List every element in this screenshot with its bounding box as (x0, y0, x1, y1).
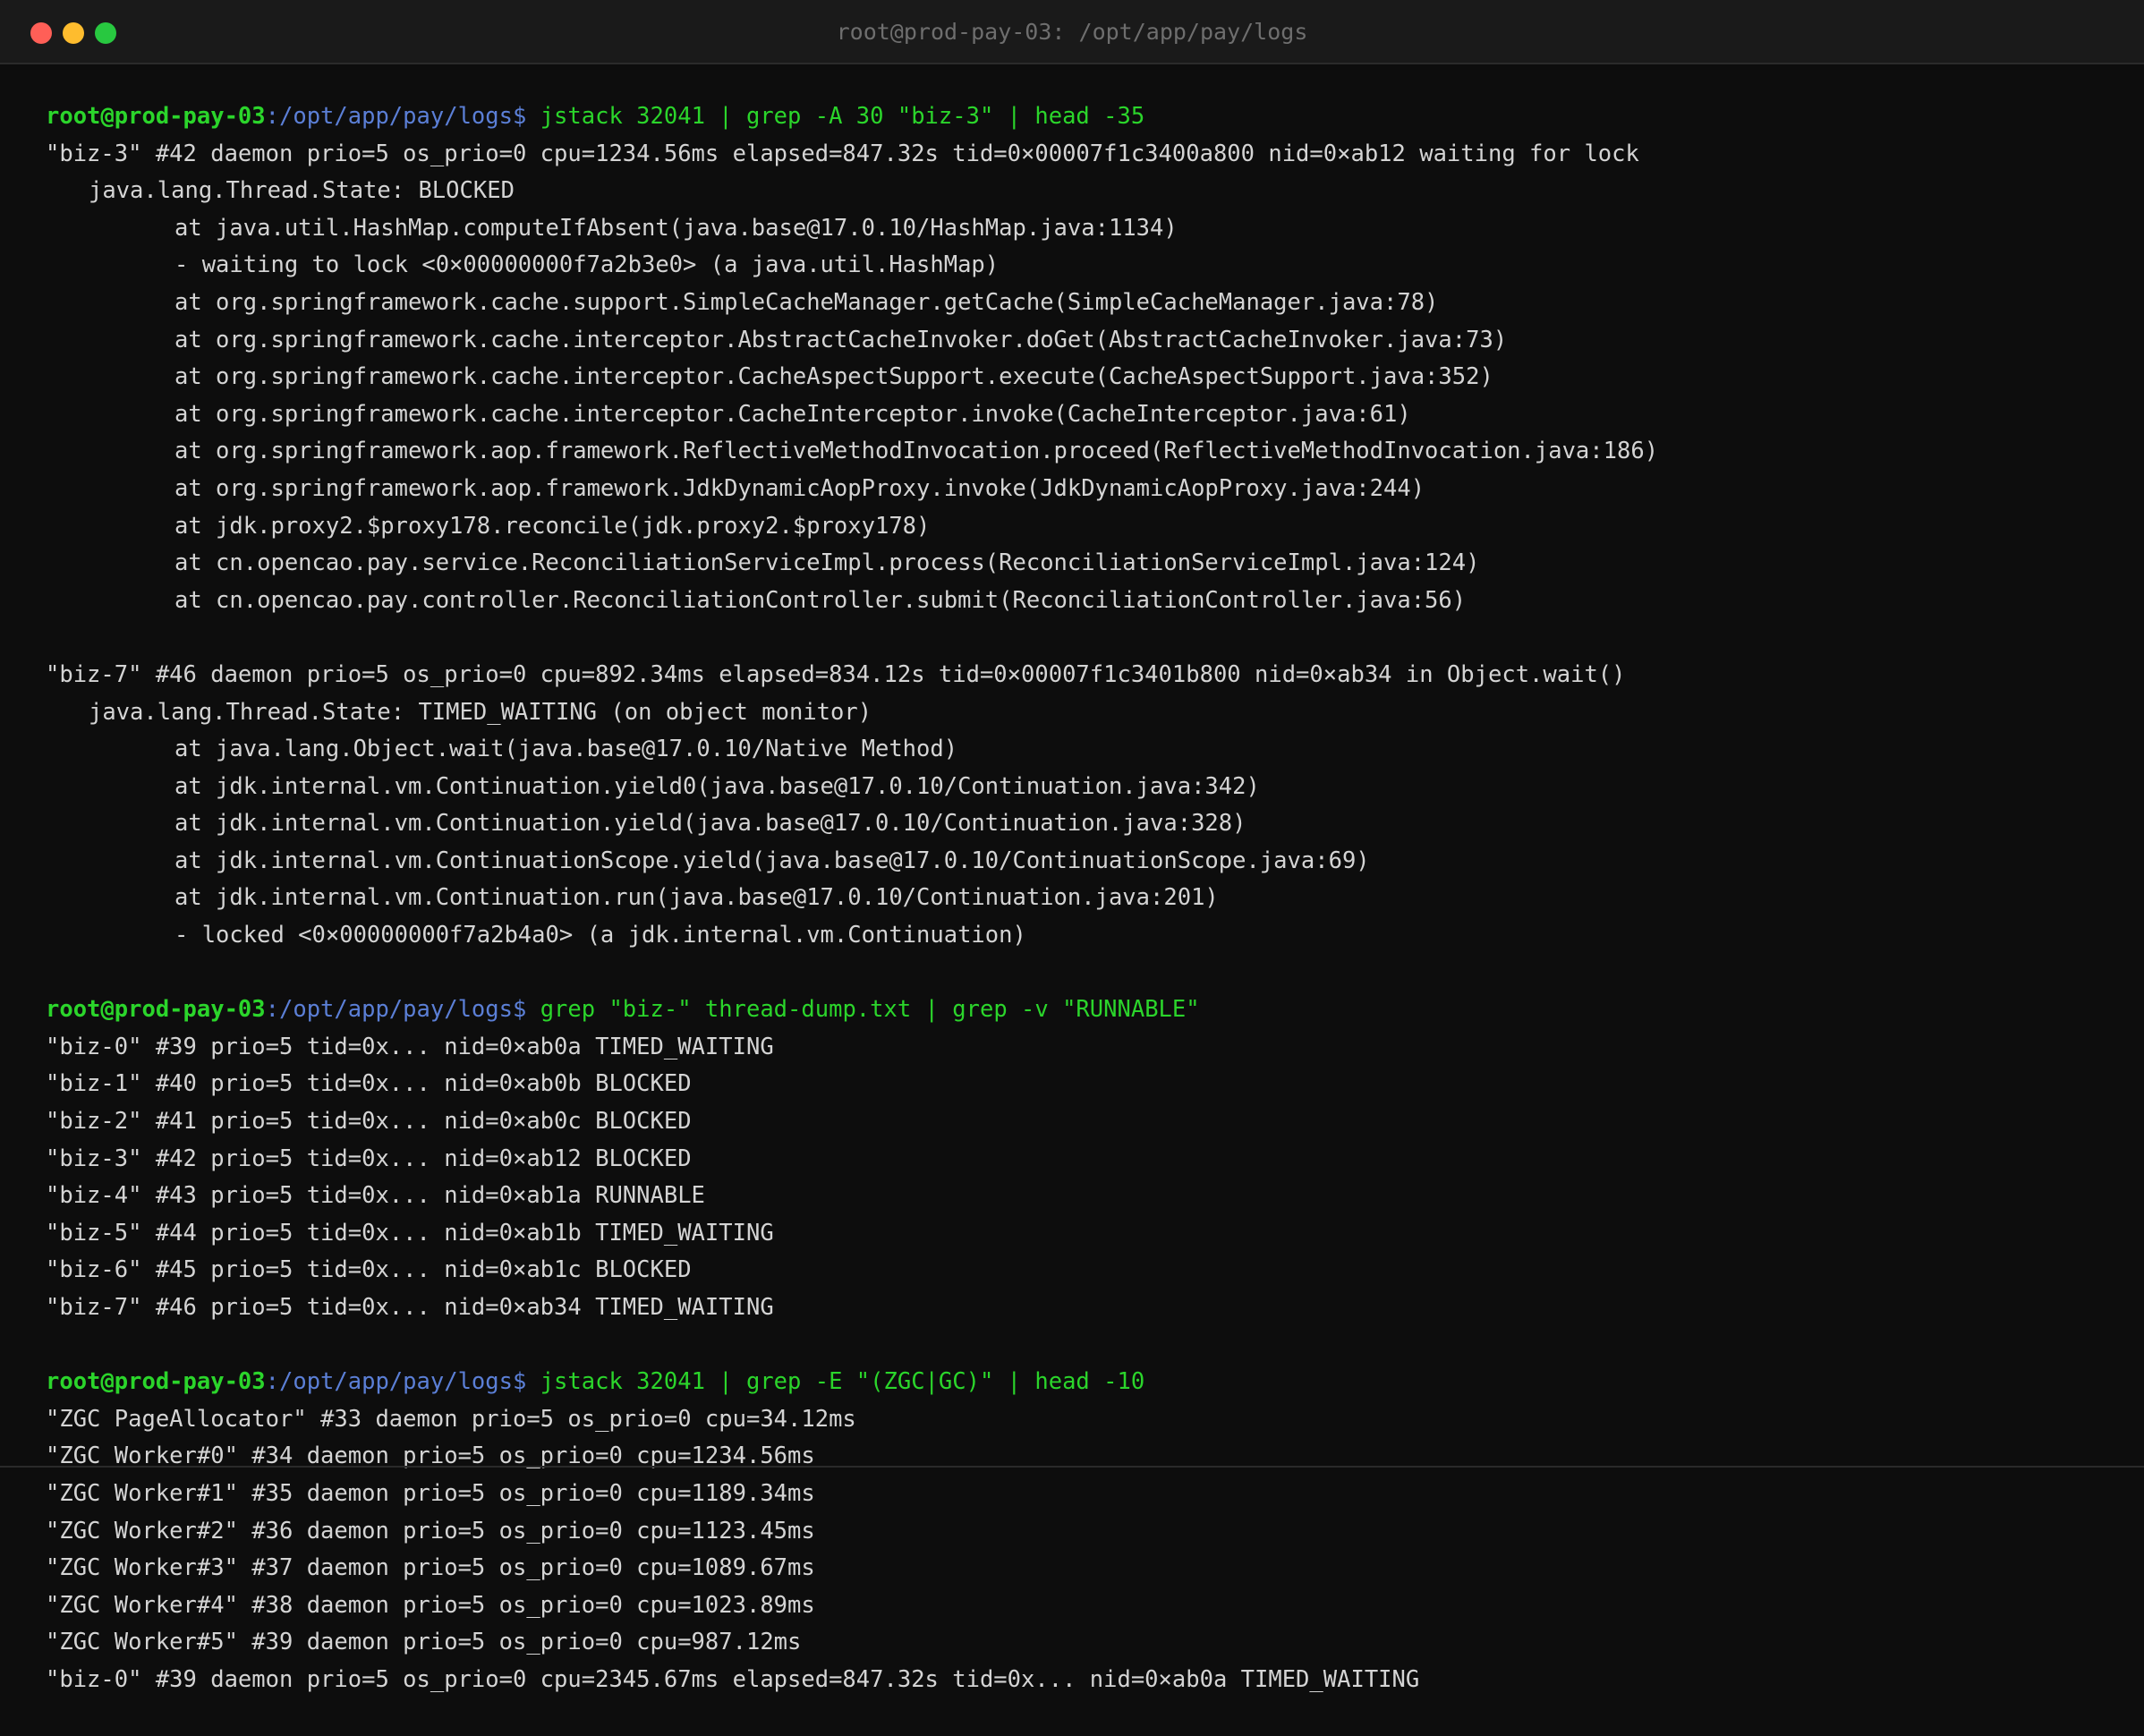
output-line: at jdk.internal.vm.Continuation.yield(ja… (174, 810, 1246, 838)
output-line: "biz-6" #45 prio=5 tid=0x... nid=0×ab1c … (46, 1256, 692, 1284)
output-line: at cn.opencao.pay.controller.Reconciliat… (174, 586, 1467, 614)
output-line: at jdk.internal.vm.ContinuationScope.yie… (174, 847, 1370, 874)
command-text: jstack 32041 | grep -A 30 "biz-3" | head… (526, 103, 1145, 130)
prompt-line: root@prod-pay-03:/opt/app/pay/logs$ jsta… (46, 98, 2122, 136)
output-line: "ZGC Worker#0" #34 daemon prio=5 os_prio… (46, 1442, 815, 1470)
prompt-path: :/opt/app/pay/logs (265, 996, 513, 1024)
output-line: "biz-7" #46 prio=5 tid=0x... nid=0×ab34 … (46, 1294, 774, 1321)
output-line: "ZGC Worker#3" #37 daemon prio=5 os_prio… (46, 1554, 815, 1582)
output-line: "biz-1" #40 prio=5 tid=0x... nid=0×ab0b … (46, 1070, 692, 1098)
pane-divider (0, 1466, 2144, 1468)
output-line: at jdk.internal.vm.Continuation.yield0(j… (174, 772, 1260, 800)
output-line: at org.springframework.cache.interceptor… (174, 326, 1508, 353)
prompt-user-host: root@prod-pay-03 (46, 1368, 266, 1396)
command-text: grep "biz-" thread-dump.txt | grep -v "R… (526, 996, 1200, 1024)
output-line: "ZGC Worker#2" #36 daemon prio=5 os_prio… (46, 1517, 815, 1545)
output-line: "biz-3" #42 prio=5 tid=0x... nid=0×ab12 … (46, 1145, 692, 1172)
output-line: - waiting to lock <0×00000000f7a2b3e0> (… (174, 251, 1000, 279)
prompt-path: :/opt/app/pay/logs (265, 103, 513, 130)
terminal-output[interactable]: root@prod-pay-03:/opt/app/pay/logs$ jsta… (46, 98, 2122, 1699)
prompt-user-host: root@prod-pay-03 (46, 996, 266, 1024)
output-line: at cn.opencao.pay.service.Reconciliation… (174, 549, 1480, 577)
prompt-symbol: $ (512, 1368, 527, 1396)
prompt-symbol: $ (512, 996, 527, 1024)
window-title: root@prod-pay-03: /opt/app/pay/logs (836, 19, 1308, 45)
output-line: "biz-0" #39 prio=5 tid=0x... nid=0×ab0a … (46, 1033, 774, 1060)
output-line: "ZGC Worker#4" #38 daemon prio=5 os_prio… (46, 1591, 815, 1619)
output-line: "biz-4" #43 prio=5 tid=0x... nid=0×ab1a … (46, 1182, 705, 1210)
prompt-path: :/opt/app/pay/logs (265, 1368, 513, 1396)
output-line: "ZGC Worker#1" #35 daemon prio=5 os_prio… (46, 1479, 815, 1507)
prompt-line: root@prod-pay-03:/opt/app/pay/logs$ grep… (46, 991, 2122, 1029)
output-line: at java.util.HashMap.computeIfAbsent(jav… (174, 214, 1178, 242)
output-line: "biz-7" #46 daemon prio=5 os_prio=0 cpu=… (46, 660, 1626, 688)
output-line: at org.springframework.cache.interceptor… (174, 363, 1493, 391)
output-line: "biz-2" #41 prio=5 tid=0x... nid=0×ab0c … (46, 1108, 692, 1136)
terminal-window: root@prod-pay-03: /opt/app/pay/logs root… (0, 0, 2144, 1736)
output-line: at org.springframework.cache.interceptor… (174, 400, 1411, 428)
output-line: "biz-5" #44 prio=5 tid=0x... nid=0×ab1b … (46, 1219, 774, 1247)
output-line: java.lang.Thread.State: TIMED_WAITING (o… (89, 698, 872, 726)
output-line: at jdk.internal.vm.Continuation.run(java… (174, 884, 1219, 912)
command-text: jstack 32041 | grep -E "(ZGC|GC)" | head… (526, 1368, 1145, 1396)
output-line: "ZGC Worker#5" #39 daemon prio=5 os_prio… (46, 1629, 802, 1656)
output-line: at org.springframework.aop.framework.Jdk… (174, 474, 1425, 502)
output-line: at org.springframework.aop.framework.Ref… (174, 438, 1659, 465)
output-line: at jdk.proxy2.$proxy178.reconcile(jdk.pr… (174, 512, 931, 540)
output-line: "biz-0" #39 daemon prio=5 os_prio=0 cpu=… (46, 1665, 1420, 1693)
output-line: "ZGC PageAllocator" #33 daemon prio=5 os… (46, 1405, 856, 1433)
output-line: - locked <0×00000000f7a2b4a0> (a jdk.int… (174, 922, 1026, 949)
prompt-user-host: root@prod-pay-03 (46, 103, 266, 130)
title-bar: root@prod-pay-03: /opt/app/pay/logs (0, 0, 2144, 64)
output-line: at org.springframework.cache.support.Sim… (174, 288, 1439, 316)
output-line: "biz-3" #42 daemon prio=5 os_prio=0 cpu=… (46, 140, 1639, 167)
output-line: java.lang.Thread.State: BLOCKED (89, 177, 515, 205)
prompt-line: root@prod-pay-03:/opt/app/pay/logs$ jsta… (46, 1364, 2122, 1401)
prompt-symbol: $ (512, 103, 527, 130)
output-line: at java.lang.Object.wait(java.base@17.0.… (174, 736, 958, 763)
